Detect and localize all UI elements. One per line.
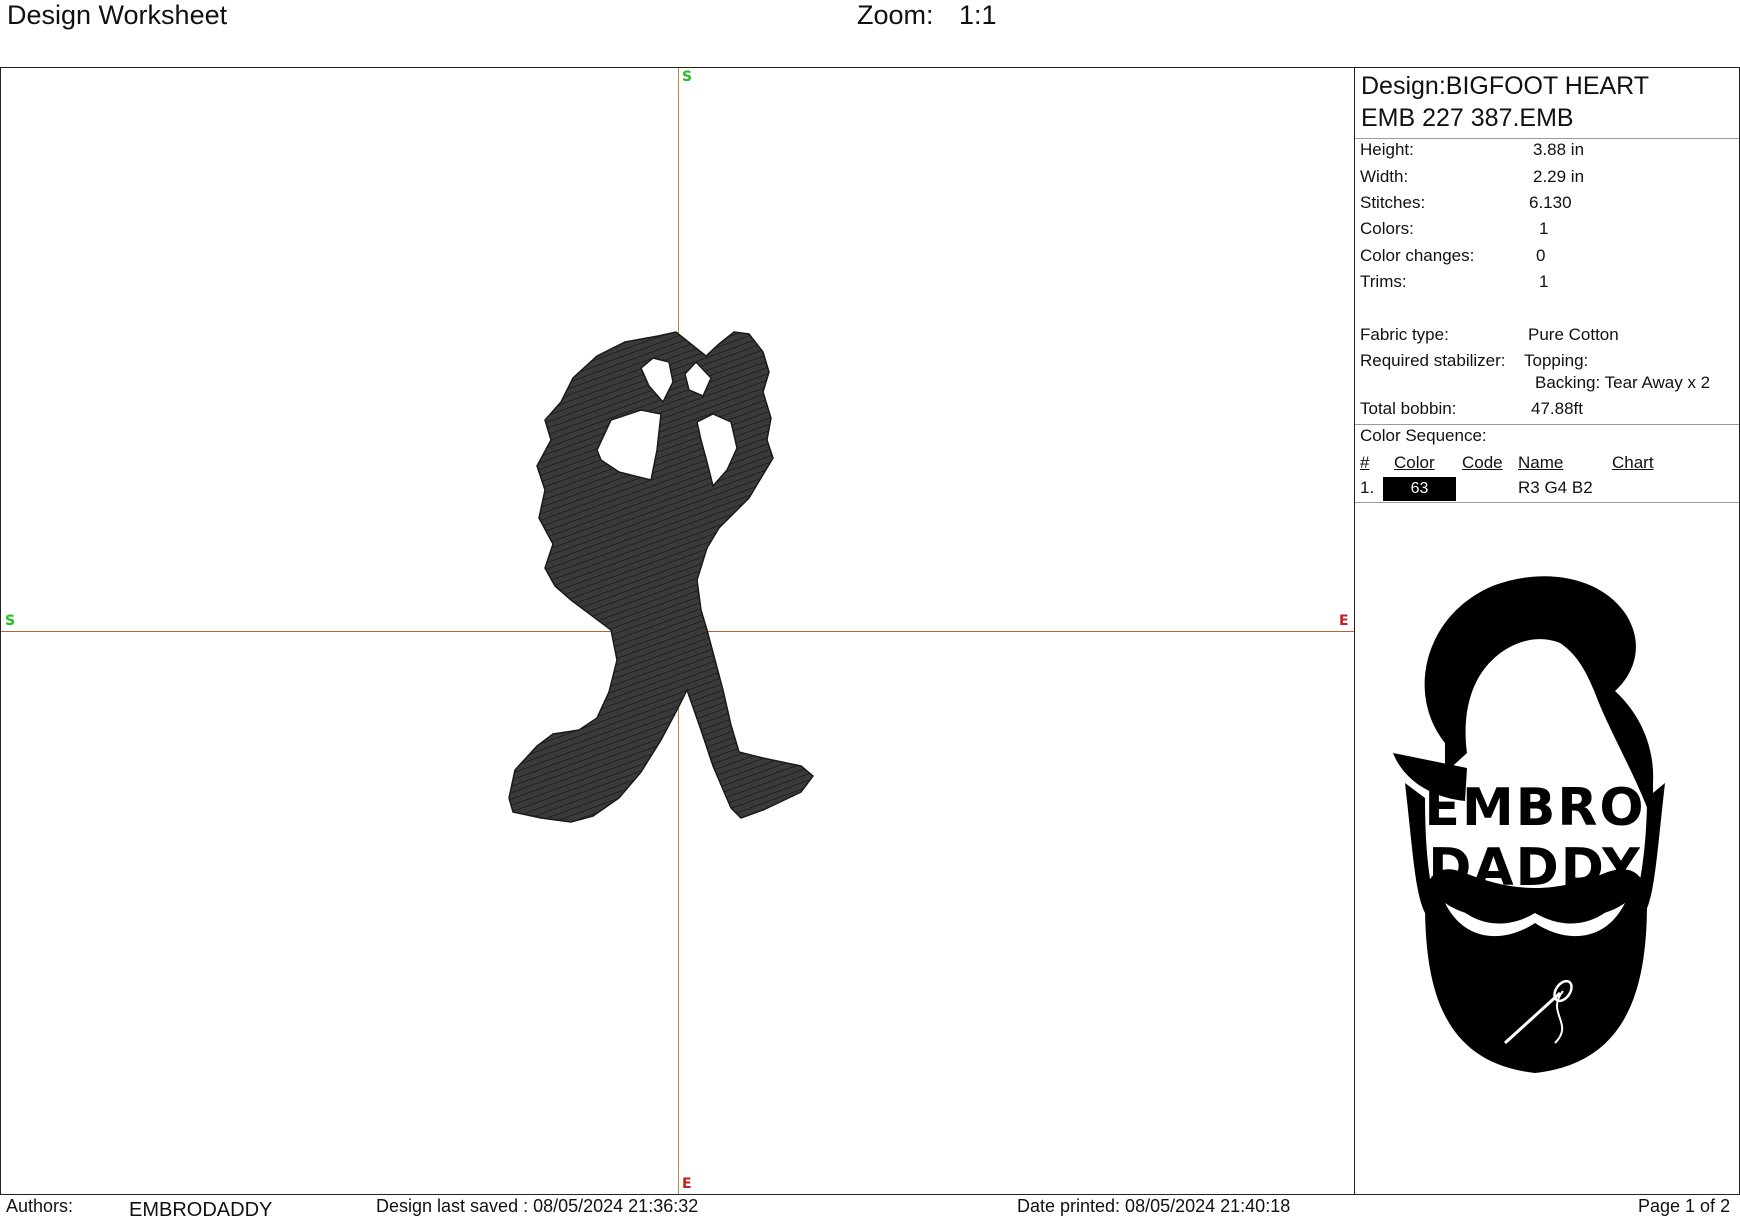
left-marker: S: [5, 613, 16, 629]
col-name: Name: [1518, 453, 1564, 472]
colors-value: 1: [1539, 219, 1549, 238]
col-code: Code: [1462, 453, 1503, 472]
zoom-value[interactable]: 1:1: [959, 0, 997, 31]
logo-line2: DADDY: [1428, 838, 1642, 898]
height-value: 3.88 in: [1533, 140, 1585, 159]
color-sequence-title: Color Sequence:: [1360, 426, 1487, 445]
color-changes-label: Color changes:: [1360, 246, 1475, 265]
color-row-index: 1.: [1360, 478, 1375, 497]
info-panel: Design:BIGFOOT HEART EMB 227 387.EMB Hei…: [1355, 67, 1740, 1195]
stabilizer-label: Required stabilizer:: [1360, 351, 1506, 370]
design-name-line1: Design:BIGFOOT HEART: [1361, 72, 1650, 100]
trims-label: Trims:: [1360, 272, 1407, 291]
width-label: Width:: [1360, 167, 1409, 186]
authors-label: Authors:: [6, 1196, 74, 1216]
divider: [1355, 424, 1739, 425]
page-number: Page 1 of 2: [1638, 1196, 1731, 1216]
stitches-label: Stitches:: [1360, 193, 1426, 212]
color-row-name: R3 G4 B2: [1518, 478, 1593, 497]
color-swatch: 63: [1383, 477, 1456, 501]
bottom-marker: E: [682, 1176, 692, 1192]
authors-value: EMBRODADDY: [129, 1199, 273, 1221]
width-value: 2.29 in: [1533, 167, 1585, 186]
stitches-value: 6.130: [1529, 193, 1572, 212]
bobbin-label: Total bobbin:: [1360, 399, 1457, 418]
right-marker: E: [1339, 613, 1349, 629]
height-label: Height:: [1360, 140, 1414, 159]
page-title: Design Worksheet: [7, 0, 228, 30]
trims-value: 1: [1539, 272, 1549, 291]
divider: [1355, 502, 1739, 503]
colors-label: Colors:: [1360, 219, 1414, 238]
topping-value: Topping:: [1524, 351, 1589, 370]
col-index: #: [1360, 453, 1370, 472]
date-printed: Date printed: 08/05/2024 21:40:18: [1017, 1196, 1291, 1216]
zoom-label: Zoom:: [857, 0, 934, 30]
col-chart: Chart: [1612, 453, 1654, 472]
top-marker: S: [682, 69, 693, 85]
bigfoot-heart-design: [508, 331, 815, 823]
bobbin-value: 47.88ft: [1531, 399, 1583, 418]
color-changes-value: 0: [1536, 246, 1546, 265]
footer: Authors: EMBRODADDY Design last saved : …: [0, 1195, 1740, 1227]
fabric-value: Pure Cotton: [1528, 325, 1619, 344]
divider: [1355, 138, 1739, 139]
design-canvas: S S E E: [0, 67, 1355, 1195]
embrodaddy-logo: EMBRO DADDY: [1393, 576, 1665, 1073]
backing-value: Backing: Tear Away x 2: [1535, 373, 1711, 392]
logo-line1: EMBRO: [1424, 778, 1645, 838]
design-name-line2: EMB 227 387.EMB: [1361, 104, 1574, 132]
col-color: Color: [1394, 453, 1435, 472]
fabric-label: Fabric type:: [1360, 325, 1449, 344]
last-saved: Design last saved : 08/05/2024 21:36:32: [376, 1196, 699, 1216]
